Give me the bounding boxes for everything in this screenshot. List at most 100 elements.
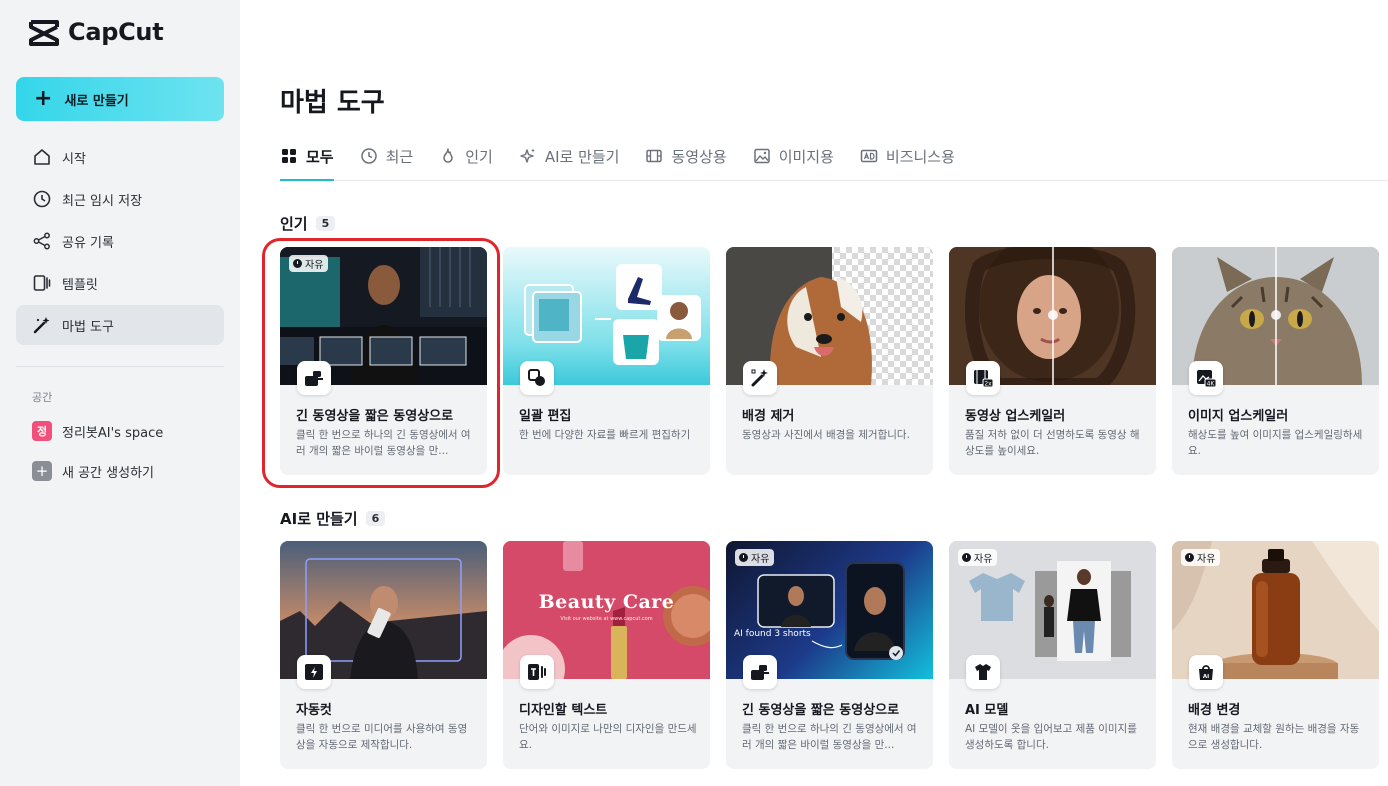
beauty-care-overlay-text: Beauty Care bbox=[538, 591, 675, 613]
tool-card-long-to-short[interactable]: 자유 긴 동영상을 짧은 동영상으로 클릭 한 번으로 하나의 긴 동영상에서 … bbox=[280, 247, 487, 475]
clock-icon bbox=[1185, 553, 1194, 562]
plus-icon: + bbox=[34, 86, 53, 111]
film-icon bbox=[646, 149, 663, 163]
logo-text: CapCut bbox=[68, 18, 164, 46]
section-count: 5 bbox=[315, 216, 336, 231]
card-description: AI 모델이 옷을 입어보고 제품 이미지를 생성하도록 합니다. bbox=[965, 723, 1137, 751]
space-item-label: 정리봇AI's space bbox=[62, 425, 164, 441]
new-create-button[interactable]: + 새로 만들기 bbox=[16, 77, 224, 121]
sidebar: CapCut + 새로 만들기 시작 최근 임시 저장 공유 기록 템플릿 마법… bbox=[0, 0, 240, 786]
tool-card-batch-edit[interactable]: 일괄 편집 한 번에 다양한 자료를 빠르게 편집하기 bbox=[503, 247, 710, 475]
tab-label: 모두 bbox=[306, 147, 334, 166]
category-tabs: 모두 최근 인기 AI로 만들기 동영상용 이미지용 비즈니스용 bbox=[280, 132, 1388, 181]
tab-label: 최근 bbox=[385, 147, 414, 166]
free-badge: 자유 bbox=[958, 549, 998, 566]
sidebar-item-label: 공유 기록 bbox=[62, 235, 114, 251]
tool-card-video-upscaler[interactable]: 2x 동영상 업스케일러 품질 저하 없이 더 선명하도록 동영상 해상도를 높… bbox=[949, 247, 1156, 475]
free-badge: 자유 bbox=[1181, 549, 1221, 566]
free-label: 자유 bbox=[1197, 554, 1216, 565]
ad-icon bbox=[860, 149, 878, 163]
card-description: 단어와 이미지로 나만의 디자인을 만드세요. bbox=[519, 723, 697, 751]
tab-label: 동영상용 bbox=[671, 147, 727, 166]
flame-icon bbox=[443, 148, 453, 163]
tab-popular[interactable]: 인기 bbox=[439, 132, 493, 180]
grid-icon bbox=[282, 149, 296, 163]
space-avatar: 정 bbox=[32, 421, 52, 441]
main-content: 마법 도구 모두 최근 인기 AI로 만들기 동영상용 이미지용 비즈니스용 인… bbox=[240, 0, 1388, 786]
tab-all[interactable]: 모두 bbox=[280, 132, 334, 181]
card-title: 디자인할 텍스트 bbox=[519, 703, 608, 718]
sidebar-item-magic-tools[interactable]: 마법 도구 bbox=[16, 305, 224, 345]
text-design-icon bbox=[520, 655, 554, 689]
popular-card-row: 자유 긴 동영상을 짧은 동영상으로 클릭 한 번으로 하나의 긴 동영상에서 … bbox=[280, 247, 1379, 475]
clock-icon bbox=[293, 259, 302, 268]
sidebar-item-recent-drafts[interactable]: 최근 임시 저장 bbox=[16, 179, 224, 219]
tool-card-ai-model[interactable]: 자유 AI AI 모델 AI 모델이 옷을 입어보고 제품 이미지를 생성하도록… bbox=[949, 541, 1156, 769]
svg-text:AI: AI bbox=[1203, 674, 1209, 680]
home-icon bbox=[34, 149, 50, 165]
tab-video[interactable]: 동영상용 bbox=[645, 132, 727, 180]
sidebar-item-share-history[interactable]: 공유 기록 bbox=[16, 221, 224, 261]
card-title: 동영상 업스케일러 bbox=[965, 409, 1066, 424]
tab-recent[interactable]: 최근 bbox=[360, 132, 414, 180]
tool-card-auto-cut[interactable]: 자동컷 클릭 한 번으로 미디어를 사용하여 동영상을 자동으로 제작합니다. bbox=[280, 541, 487, 769]
card-title: 일괄 편집 bbox=[519, 409, 572, 424]
plus-icon: + bbox=[32, 461, 52, 481]
ai-create-card-row: 자동컷 클릭 한 번으로 미디어를 사용하여 동영상을 자동으로 제작합니다. … bbox=[280, 541, 1379, 769]
create-space-button[interactable]: + 새 공간 생성하기 bbox=[16, 451, 224, 491]
tab-image[interactable]: 이미지용 bbox=[753, 132, 834, 180]
tool-card-text-to-design[interactable]: Beauty Care Visit our website at www.cap… bbox=[503, 541, 710, 769]
card-description: 클릭 한 번으로 하나의 긴 동영상에서 여러 개의 짧은 바이럴 동영상을 만… bbox=[296, 429, 471, 457]
batch-shapes-icon bbox=[520, 361, 554, 395]
sidebar-item-label: 최근 임시 저장 bbox=[62, 193, 143, 209]
card-description: 해상도를 높여 이미지를 업스케일링하세요. bbox=[1188, 429, 1363, 457]
capcut-logo[interactable]: CapCut bbox=[28, 18, 164, 46]
page-title: 마법 도구 bbox=[280, 88, 385, 118]
tool-card-image-upscaler[interactable]: 4K 이미지 업스케일러 해상도를 높여 이미지를 업스케일링하세요. bbox=[1172, 247, 1379, 475]
video-2x-icon: 2x bbox=[966, 361, 1000, 395]
tab-business[interactable]: 비즈니스용 bbox=[860, 132, 955, 180]
card-title: 배경 변경 bbox=[1188, 703, 1241, 718]
card-title: 자동컷 bbox=[296, 703, 332, 718]
card-title: AI 모델 bbox=[965, 703, 1009, 718]
ai-found-shorts-text: AI found 3 shorts bbox=[734, 629, 811, 639]
free-label: 자유 bbox=[305, 260, 324, 271]
beauty-care-overlay-subtext: Visit our website at www.capcut.com bbox=[560, 616, 653, 622]
sidebar-item-home[interactable]: 시작 bbox=[16, 137, 224, 177]
sidebar-item-templates[interactable]: 템플릿 bbox=[16, 263, 224, 303]
card-description: 품질 저하 없이 더 선명하도록 동영상 해상도를 높이세요. bbox=[965, 429, 1140, 457]
section-title: AI로 만들기 bbox=[280, 510, 358, 528]
sparkle-icon bbox=[520, 148, 535, 163]
image-4k-icon: 4K bbox=[1189, 361, 1223, 395]
card-title: 긴 동영상을 짧은 동영상으로 bbox=[742, 703, 900, 718]
section-header-ai-create: AI로 만들기 6 bbox=[280, 508, 386, 529]
card-title: 이미지 업스케일러 bbox=[1188, 409, 1289, 424]
sidebar-item-label: 시작 bbox=[62, 151, 86, 167]
tool-card-change-background[interactable]: 자유 AI 배경 변경 현재 배경을 교체할 원하는 배경을 자동으로 생성합니… bbox=[1172, 541, 1379, 769]
sidebar-nav: 시작 최근 임시 저장 공유 기록 템플릿 마법 도구 bbox=[16, 137, 224, 347]
tab-label: 인기 bbox=[465, 147, 493, 166]
image-icon bbox=[753, 148, 770, 164]
tool-card-long-to-short-ai[interactable]: AI found 3 shorts 자유 긴 동영상을 짧은 동영상으로 클릭 … bbox=[726, 541, 933, 769]
tab-ai-create[interactable]: AI로 만들기 bbox=[519, 132, 619, 180]
space-section-label: 공간 bbox=[32, 391, 53, 404]
eraser-magic-icon bbox=[743, 361, 777, 395]
tab-label: 비즈니스용 bbox=[885, 147, 955, 166]
share-icon bbox=[33, 232, 50, 250]
svg-text:2x: 2x bbox=[984, 381, 992, 388]
ai-shirt-icon: AI bbox=[966, 655, 1000, 689]
sidebar-item-label: 마법 도구 bbox=[62, 319, 114, 335]
ai-bag-icon: AI bbox=[1189, 655, 1223, 689]
space-item-label: 새 공간 생성하기 bbox=[62, 465, 154, 481]
free-label: 자유 bbox=[974, 554, 993, 565]
tab-label: 이미지용 bbox=[778, 147, 834, 166]
video-shorts-icon bbox=[743, 655, 777, 689]
tool-card-remove-background[interactable]: 배경 제거 동영상과 사진에서 배경을 제거합니다. bbox=[726, 247, 933, 475]
sidebar-item-label: 템플릿 bbox=[62, 277, 98, 293]
space-item-personal[interactable]: 정 정리봇AI's space bbox=[16, 411, 224, 451]
card-description: 동영상과 사진에서 배경을 제거합니다. bbox=[742, 429, 910, 441]
clock-icon bbox=[360, 148, 377, 164]
card-title: 긴 동영상을 짧은 동영상으로 bbox=[296, 409, 454, 424]
card-description: 클릭 한 번으로 미디어를 사용하여 동영상을 자동으로 제작합니다. bbox=[296, 723, 468, 751]
section-header-popular: 인기 5 bbox=[280, 213, 336, 234]
